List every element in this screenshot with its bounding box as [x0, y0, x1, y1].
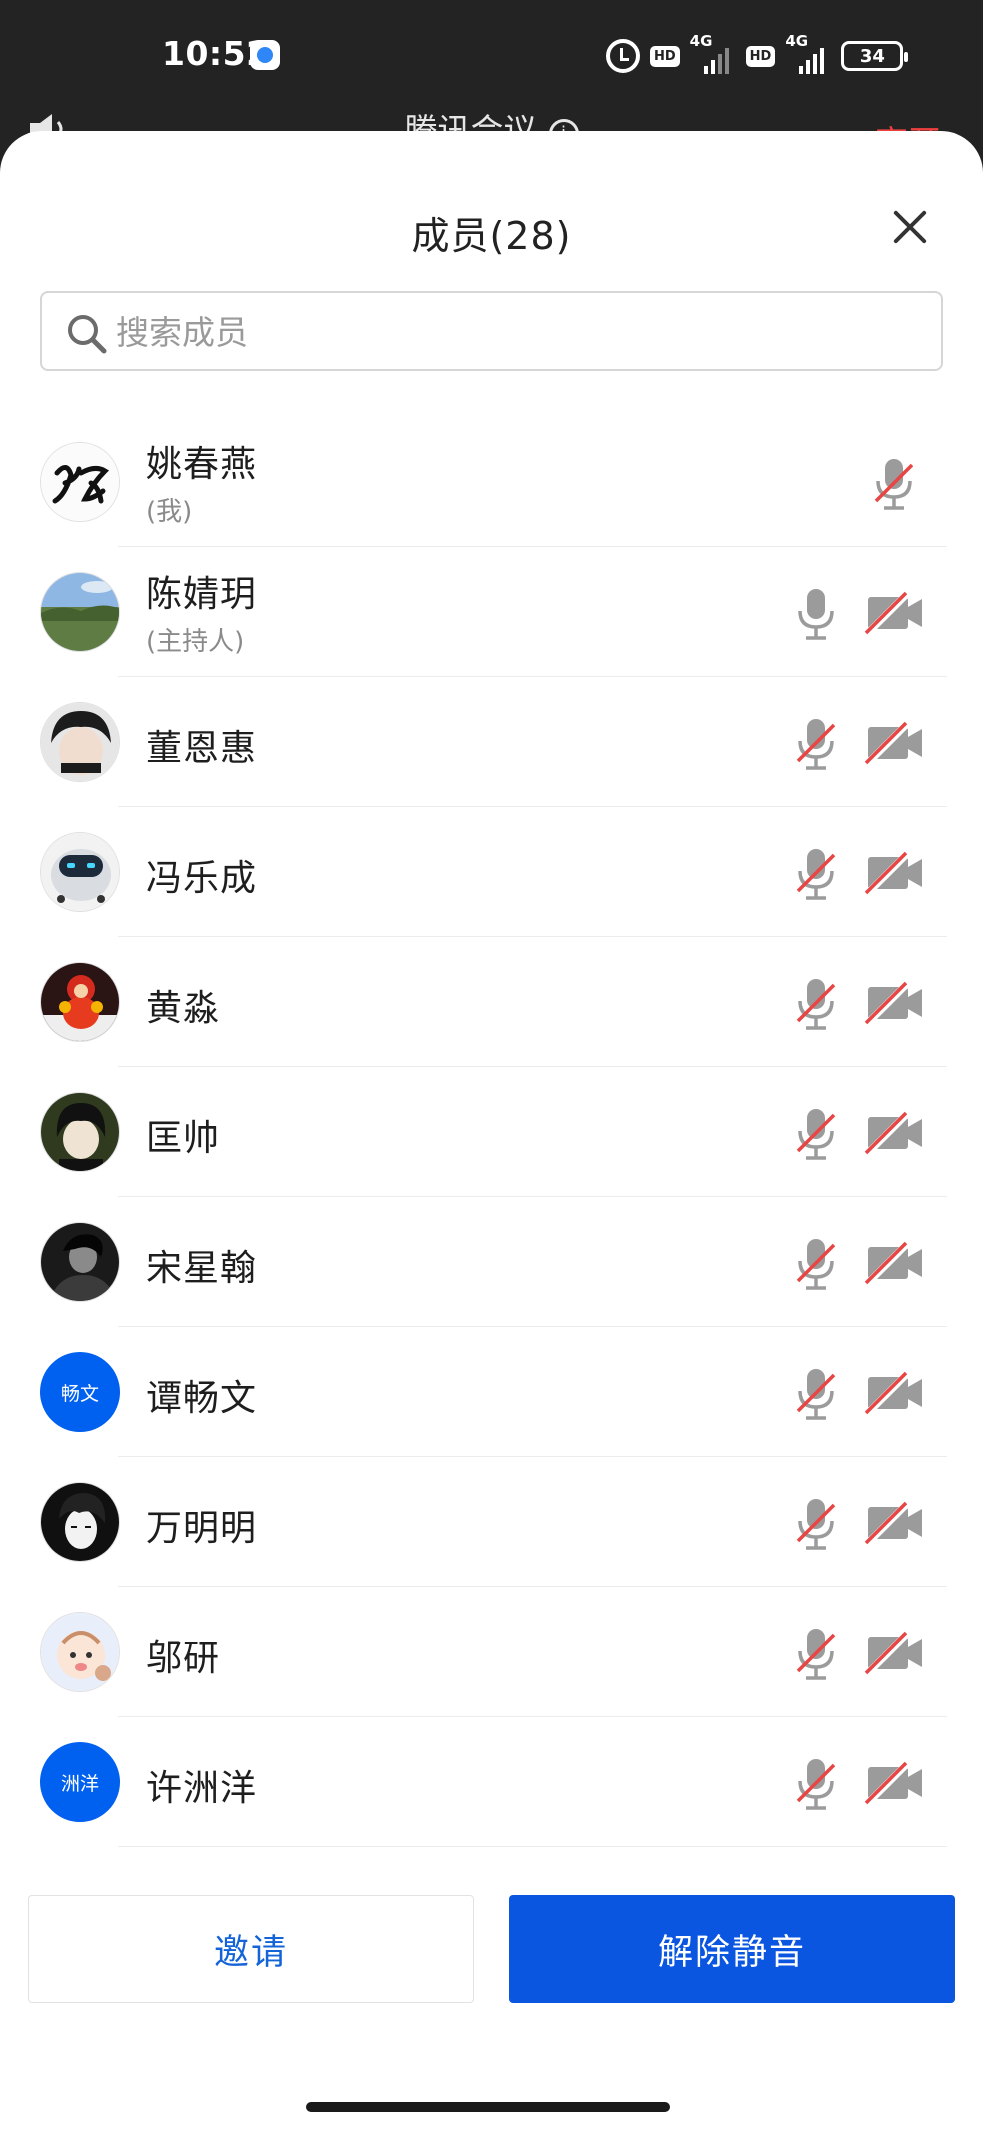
hd-badge-2: HD [745, 45, 776, 67]
member-row[interactable]: 宋星翰 [0, 1197, 983, 1327]
member-row[interactable]: 陈婧玥 (主持人) [0, 547, 983, 677]
member-name: 万明明 [146, 1508, 258, 1549]
avatar [40, 1092, 120, 1172]
search-icon [68, 315, 107, 354]
member-name: 黄淼 [146, 988, 221, 1029]
member-name: 许洲洋 [146, 1768, 258, 1809]
app-screen: 10:52 HD 4G HD 4G 34 腾讯会议i 离开 [0, 0, 983, 2129]
camera-off-icon[interactable] [864, 1111, 926, 1155]
camera-off-icon[interactable] [864, 1761, 926, 1805]
camera-off-icon[interactable] [864, 1241, 926, 1285]
mic-muted-icon[interactable] [794, 847, 838, 901]
avatar [40, 702, 120, 782]
avatar: 洲洋 [40, 1742, 120, 1822]
member-row[interactable]: 董恩惠 [0, 677, 983, 807]
avatar [40, 572, 120, 652]
member-name: 冯乐成 [146, 858, 258, 899]
camera-off-icon[interactable] [864, 1371, 926, 1415]
signal-icon-2: 4G [785, 32, 831, 74]
notification-app-icon [250, 40, 280, 70]
member-row[interactable]: 畅文 谭畅文 [0, 1327, 983, 1457]
mic-muted-icon[interactable] [794, 1367, 838, 1421]
camera-off-icon[interactable] [864, 981, 926, 1025]
member-row[interactable]: 姚春燕 (我) [0, 417, 983, 547]
avatar [40, 1222, 120, 1302]
home-indicator[interactable] [306, 2102, 670, 2112]
status-indicators: HD 4G HD 4G 34 [606, 32, 909, 76]
signal-icon-1: 4G [690, 32, 736, 74]
member-row[interactable]: 万明明 [0, 1457, 983, 1587]
avatar [40, 1482, 120, 1562]
member-row[interactable]: 黄淼 [0, 937, 983, 1067]
mic-muted-icon[interactable] [872, 457, 916, 511]
unmute-button[interactable]: 解除静音 [509, 1895, 955, 2003]
camera-off-icon[interactable] [864, 591, 926, 635]
member-name: 宋星翰 [146, 1248, 258, 1289]
member-name: 姚春燕 [146, 444, 258, 485]
mic-muted-icon[interactable] [794, 717, 838, 771]
alarm-icon [606, 39, 640, 73]
close-button[interactable] [884, 201, 936, 253]
avatar [40, 1612, 120, 1692]
invite-button[interactable]: 邀请 [28, 1895, 474, 2003]
search-box[interactable] [40, 291, 943, 371]
members-title: 成员(28) [411, 214, 572, 258]
member-name: 邬研 [146, 1638, 221, 1679]
avatar [40, 442, 120, 522]
avatar [40, 962, 120, 1042]
member-row[interactable]: 冯乐成 [0, 807, 983, 937]
member-list: 姚春燕 (我) 陈婧玥 (主持人) 董恩惠 冯乐成 黄淼 匡帅 宋星翰 畅文 谭… [0, 417, 983, 1847]
camera-off-icon[interactable] [864, 1631, 926, 1675]
member-row[interactable]: 洲洋 许洲洋 [0, 1717, 983, 1847]
member-name: 陈婧玥 [146, 574, 258, 615]
avatar: 畅文 [40, 1352, 120, 1432]
avatar [40, 832, 120, 912]
mic-muted-icon[interactable] [794, 977, 838, 1031]
mic-muted-icon[interactable] [794, 1107, 838, 1161]
mic-muted-icon[interactable] [794, 1237, 838, 1291]
mic-on-icon[interactable] [794, 587, 838, 641]
member-name: 董恩惠 [146, 728, 258, 769]
member-role: (我) [146, 497, 193, 527]
member-role: (主持人) [146, 627, 245, 657]
hd-badge-1: HD [650, 45, 680, 67]
search-input[interactable] [116, 297, 916, 367]
status-bar: 10:52 HD 4G HD 4G 34 [0, 0, 983, 112]
member-name: 谭畅文 [146, 1378, 258, 1419]
battery-icon: 34 [841, 41, 909, 71]
bottom-action-bar: 邀请 解除静音 [0, 1895, 983, 2005]
mic-muted-icon[interactable] [794, 1627, 838, 1681]
camera-off-icon[interactable] [864, 721, 926, 765]
camera-off-icon[interactable] [864, 851, 926, 895]
member-row[interactable]: 匡帅 [0, 1067, 983, 1197]
mic-muted-icon[interactable] [794, 1757, 838, 1811]
member-row[interactable]: 邬研 [0, 1587, 983, 1717]
members-sheet: 成员(28) 姚春燕 (我) [0, 131, 983, 2129]
mic-muted-icon[interactable] [794, 1497, 838, 1551]
member-name: 匡帅 [146, 1118, 221, 1159]
battery-level: 34 [859, 45, 885, 67]
camera-off-icon[interactable] [864, 1501, 926, 1545]
